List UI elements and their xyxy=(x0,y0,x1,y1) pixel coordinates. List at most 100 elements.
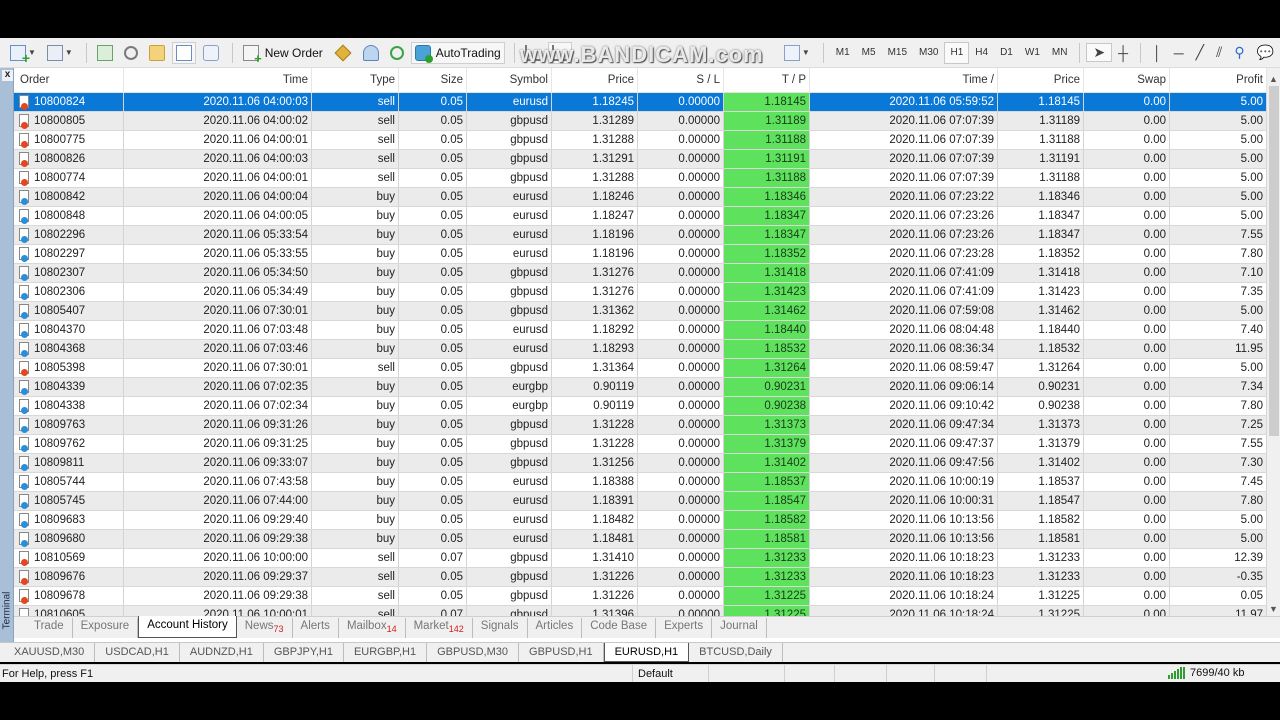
table-row[interactable]: 10800842 2020.11.06 04:00:04 buy 0.05 eurusd… xyxy=(14,188,1267,207)
table-row[interactable]: 10804338 2020.11.06 07:02:34 buy 0.05 eurgbp… xyxy=(14,397,1267,416)
chart-tab-eurgbp-h1[interactable]: EURGBP,H1 xyxy=(344,643,428,662)
table-row[interactable]: 10800826 2020.11.06 04:00:03 sell 0.05 gbpus… xyxy=(14,150,1267,169)
chart-tab-btcusd-daily[interactable]: BTCUSD,Daily xyxy=(689,643,783,662)
col-swap[interactable]: Swap xyxy=(1084,68,1170,92)
navigator-button[interactable] xyxy=(145,42,169,64)
table-row[interactable]: 10809680 2020.11.06 09:29:38 buy 0.05 eurusd… xyxy=(14,530,1267,549)
bar-chart-button[interactable] xyxy=(521,42,545,64)
data-window-button[interactable] xyxy=(120,42,142,64)
chart-tab-gbpusd-m30[interactable]: GBPUSD,M30 xyxy=(427,643,520,662)
terminal-button[interactable] xyxy=(171,41,196,64)
chart-tab-xauusd-m30[interactable]: XAUUSD,M30 xyxy=(4,643,96,662)
col-profit[interactable]: Profit xyxy=(1170,68,1267,92)
vertical-line-icon[interactable]: │ xyxy=(1147,45,1168,61)
table-row[interactable]: 10805398 2020.11.06 07:30:01 sell 0.05 gbpus… xyxy=(14,359,1267,378)
new-chart-button[interactable]: ▼ xyxy=(6,42,40,66)
table-row[interactable]: 10800774 2020.11.06 04:00:01 sell 0.05 gbpus… xyxy=(14,169,1267,188)
table-row[interactable]: 10809811 2020.11.06 09:33:07 buy 0.05 gbpusd… xyxy=(14,454,1267,473)
col-close-time[interactable]: Time / xyxy=(810,68,998,92)
col-order[interactable]: Order xyxy=(14,68,124,92)
timeframe-m15[interactable]: M15 xyxy=(882,42,913,64)
table-row[interactable]: 10804370 2020.11.06 07:03:48 buy 0.05 eurusd… xyxy=(14,321,1267,340)
status-profile[interactable]: Default xyxy=(638,668,673,680)
table-row[interactable]: 10800848 2020.11.06 04:00:05 buy 0.05 eurusd… xyxy=(14,207,1267,226)
metaeditor-button[interactable] xyxy=(330,42,356,64)
autotrading-button[interactable]: AutoTrading xyxy=(410,41,505,64)
table-row[interactable]: 10809676 2020.11.06 09:29:37 sell 0.05 gbpus… xyxy=(14,568,1267,587)
table-row[interactable]: 10802306 2020.11.06 05:34:49 buy 0.05 gbpusd… xyxy=(14,283,1267,302)
tab-experts[interactable]: Experts xyxy=(656,618,713,638)
tab-account-history[interactable]: Account History xyxy=(138,616,237,638)
timeframe-w1[interactable]: W1 xyxy=(1019,42,1046,64)
chart-tab-audnzd-h1[interactable]: AUDNZD,H1 xyxy=(180,643,264,662)
timeframe-h1[interactable]: H1 xyxy=(944,41,970,64)
table-row[interactable]: 10802297 2020.11.06 05:33:55 buy 0.05 eurusd… xyxy=(14,245,1267,264)
profiles-button[interactable]: ▼ xyxy=(43,42,77,64)
close-icon[interactable]: x xyxy=(2,70,13,81)
tab-trade[interactable]: Trade xyxy=(26,618,73,638)
cursor-tool-icon[interactable]: ➤ xyxy=(1086,43,1113,62)
timeframe-h4[interactable]: H4 xyxy=(969,42,994,64)
table-row[interactable]: 10804339 2020.11.06 07:02:35 buy 0.05 eurgbp… xyxy=(14,378,1267,397)
search-icon[interactable]: ⚲ xyxy=(1228,44,1250,61)
horizontal-line-icon[interactable]: ─ xyxy=(1168,45,1190,61)
tab-exposure[interactable]: Exposure xyxy=(73,618,139,638)
timeframe-m1[interactable]: M1 xyxy=(830,42,856,64)
table-row[interactable]: 10805407 2020.11.06 07:30:01 buy 0.05 gbpusd… xyxy=(14,302,1267,321)
timeframe-d1[interactable]: D1 xyxy=(994,42,1019,64)
table-row[interactable]: 10800805 2020.11.06 04:00:02 sell 0.05 gbpus… xyxy=(14,112,1267,131)
community-button[interactable] xyxy=(359,42,383,64)
channel-icon[interactable]: ⫽ xyxy=(1210,44,1228,61)
tab-articles[interactable]: Articles xyxy=(528,618,583,638)
chart-tab-gbpusd-h1[interactable]: GBPUSD,H1 xyxy=(519,643,604,662)
tab-signals[interactable]: Signals xyxy=(473,618,528,638)
scroll-down-icon[interactable]: ▼ xyxy=(1267,602,1280,616)
col-sl[interactable]: S / L xyxy=(638,68,724,92)
col-price[interactable]: Price xyxy=(552,68,638,92)
chart-tab-gbpjpy-h1[interactable]: GBPJPY,H1 xyxy=(264,643,344,662)
table-row[interactable]: 10809763 2020.11.06 09:31:26 buy 0.05 gbpusd… xyxy=(14,416,1267,435)
table-row[interactable]: 10800775 2020.11.06 04:00:01 sell 0.05 gbpus… xyxy=(14,131,1267,150)
strategy-tester-button[interactable] xyxy=(199,42,223,64)
signals-button[interactable] xyxy=(386,42,408,64)
connection-status[interactable]: 7699/40 kb xyxy=(1168,667,1244,679)
col-type[interactable]: Type xyxy=(312,68,399,92)
indicators-button[interactable]: ▼ xyxy=(780,42,814,64)
table-row[interactable]: 10810569 2020.11.06 10:00:00 sell 0.07 gbpus… xyxy=(14,549,1267,568)
new-order-button[interactable]: New Order xyxy=(239,42,327,66)
tab-mailbox[interactable]: Mailbox14 xyxy=(339,618,406,638)
cell-close-price: 1.31418 xyxy=(998,264,1084,282)
candle-chart-button[interactable] xyxy=(547,41,572,64)
timeframe-mn[interactable]: MN xyxy=(1046,42,1074,64)
scroll-thumb[interactable] xyxy=(1269,86,1279,436)
chart-tab-eurusd-h1[interactable]: EURUSD,H1 xyxy=(603,643,690,662)
table-row[interactable]: 10805745 2020.11.06 07:44:00 buy 0.05 eurusd… xyxy=(14,492,1267,511)
chart-tab-usdcad-h1[interactable]: USDCAD,H1 xyxy=(95,643,180,662)
table-row[interactable]: 10809762 2020.11.06 09:31:25 buy 0.05 gbpusd… xyxy=(14,435,1267,454)
market-watch-button[interactable] xyxy=(93,42,117,64)
tab-code-base[interactable]: Code Base xyxy=(582,618,657,638)
table-row[interactable]: 10804368 2020.11.06 07:03:46 buy 0.05 eurusd… xyxy=(14,340,1267,359)
crosshair-tool-icon[interactable]: ┼ xyxy=(1112,45,1134,61)
table-row[interactable]: 10802307 2020.11.06 05:34:50 buy 0.05 gbpusd… xyxy=(14,264,1267,283)
scroll-up-icon[interactable]: ▲ xyxy=(1267,72,1280,86)
chat-icon[interactable]: 💬 xyxy=(1251,44,1280,61)
col-tp[interactable]: T / P xyxy=(724,68,810,92)
trendline-icon[interactable]: ╱ xyxy=(1190,44,1210,61)
col-close-price[interactable]: Price xyxy=(998,68,1084,92)
table-row[interactable]: 10809683 2020.11.06 09:29:40 buy 0.05 eurusd… xyxy=(14,511,1267,530)
table-row[interactable]: 10805744 2020.11.06 07:43:58 buy 0.05 eurusd… xyxy=(14,473,1267,492)
col-symbol[interactable]: Symbol xyxy=(467,68,552,92)
vertical-scrollbar[interactable]: ▲ ▼ xyxy=(1267,68,1280,616)
table-row[interactable]: 10800824 2020.11.06 04:00:03 sell 0.05 eurus… xyxy=(14,93,1267,112)
tab-market[interactable]: Market142 xyxy=(406,618,473,638)
tab-journal[interactable]: Journal xyxy=(712,618,767,638)
col-time[interactable]: Time xyxy=(124,68,312,92)
table-row[interactable]: 10802296 2020.11.06 05:33:54 buy 0.05 eurusd… xyxy=(14,226,1267,245)
timeframe-m5[interactable]: M5 xyxy=(856,42,882,64)
col-size[interactable]: Size xyxy=(399,68,467,92)
tab-news[interactable]: News73 xyxy=(237,618,293,638)
table-row[interactable]: 10809678 2020.11.06 09:29:38 sell 0.05 gbpus… xyxy=(14,587,1267,606)
tab-alerts[interactable]: Alerts xyxy=(293,618,339,638)
timeframe-m30[interactable]: M30 xyxy=(913,42,944,64)
